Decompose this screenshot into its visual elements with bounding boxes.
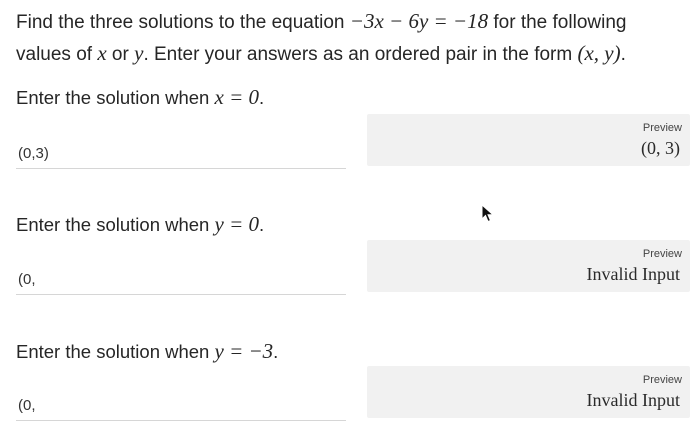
part-2-label: Enter the solution when y = 0.	[16, 212, 265, 236]
equation: −3x − 6y = −18	[349, 9, 489, 33]
preview-value: (0, 3)	[641, 138, 680, 158]
question-line-2: values of x or y. Enter your answers as …	[16, 41, 626, 65]
part-1-label: Enter the solution when x = 0.	[16, 85, 265, 109]
part-2-preview: Preview Invalid Input	[367, 240, 690, 292]
ordered-pair-form: (x, y)	[577, 41, 621, 65]
preview-value: Invalid Input	[586, 390, 680, 410]
mouse-pointer-icon	[481, 204, 495, 223]
preview-value: Invalid Input	[586, 264, 680, 284]
part-1-preview: Preview (0, 3)	[367, 114, 690, 166]
part-2-answer-input[interactable]: (0,	[16, 266, 346, 295]
question-line-1: Find the three solutions to the equation…	[16, 9, 627, 33]
question-prompt: Find the three solutions to the equation…	[16, 6, 686, 70]
preview-label: Preview	[642, 374, 682, 386]
preview-label: Preview	[642, 122, 682, 134]
preview-label: Preview	[642, 248, 682, 260]
part-3-label: Enter the solution when y = −3.	[16, 339, 279, 363]
part-3-answer-input[interactable]: (0,	[16, 392, 346, 421]
part-3-preview: Preview Invalid Input	[367, 366, 690, 418]
part-1-answer-input[interactable]: (0,3)	[16, 140, 346, 169]
